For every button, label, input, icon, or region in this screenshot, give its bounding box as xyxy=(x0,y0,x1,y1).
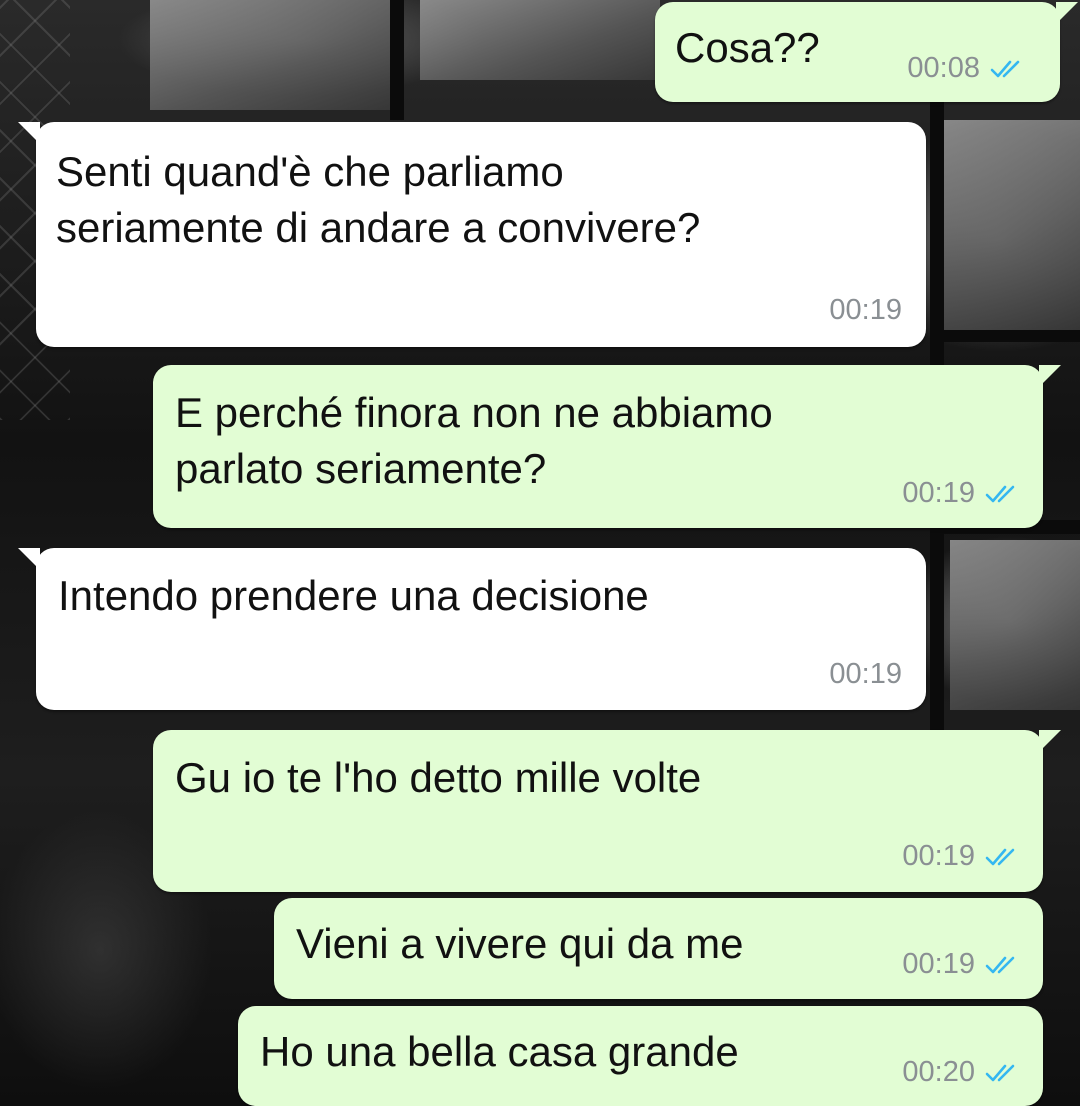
message-time: 00:19 xyxy=(902,948,975,980)
message-time: 00:08 xyxy=(907,52,980,84)
message-meta: 00:19 xyxy=(829,658,902,691)
double-check-icon xyxy=(985,485,1015,502)
message-text: Intendo prendere una decisione xyxy=(58,572,649,619)
message-time: 00:19 xyxy=(829,658,902,690)
message-bubble-outgoing[interactable]: Cosa?? 00:08 xyxy=(655,2,1078,102)
message-bubble-outgoing[interactable]: Vieni a vivere qui da me 00:19 xyxy=(274,898,1043,999)
message-bubble-outgoing[interactable]: Ho una bella casa grande 00:20 xyxy=(238,1006,1043,1106)
wallpaper-window-frame xyxy=(390,0,404,120)
message-time: 00:19 xyxy=(902,840,975,872)
wallpaper-window-frame xyxy=(940,330,1080,342)
wallpaper-window-pane xyxy=(420,0,660,80)
message-bubble-outgoing[interactable]: Gu io te l'ho detto mille volte 00:19 xyxy=(153,730,1061,892)
double-check-icon xyxy=(990,60,1020,77)
message-time: 00:19 xyxy=(902,477,975,509)
message-meta: 00:19 xyxy=(902,840,1021,873)
message-meta: 00:20 xyxy=(902,1056,1021,1089)
message-meta: 00:19 xyxy=(902,948,1021,981)
message-bubble-incoming[interactable]: Senti quand'è che parliamo seriamente di… xyxy=(18,122,926,347)
message-meta: 00:19 xyxy=(902,477,1021,510)
double-check-icon xyxy=(985,1064,1015,1081)
message-time: 00:19 xyxy=(829,294,902,326)
message-text: Cosa?? xyxy=(675,24,820,71)
message-text: Ho una bella casa grande xyxy=(260,1028,739,1075)
message-meta: 00:08 xyxy=(907,52,1026,85)
double-check-icon xyxy=(985,848,1015,865)
message-text: Vieni a vivere qui da me xyxy=(296,920,744,967)
message-text: Gu io te l'ho detto mille volte xyxy=(175,754,702,801)
message-bubble-outgoing[interactable]: E perché finora non ne abbiamo parlato s… xyxy=(153,365,1061,528)
wallpaper-window-pane xyxy=(950,540,1080,710)
message-text: Senti quand'è che parliamo seriamente di… xyxy=(56,148,701,251)
message-meta: 00:19 xyxy=(829,294,902,327)
wallpaper-window-pane xyxy=(940,120,1080,330)
message-text: E perché finora non ne abbiamo parlato s… xyxy=(175,389,773,492)
message-bubble-incoming[interactable]: Intendo prendere una decisione 00:19 xyxy=(18,548,926,710)
double-check-icon xyxy=(985,956,1015,973)
message-time: 00:20 xyxy=(902,1056,975,1088)
wallpaper-window-pane xyxy=(150,0,390,110)
